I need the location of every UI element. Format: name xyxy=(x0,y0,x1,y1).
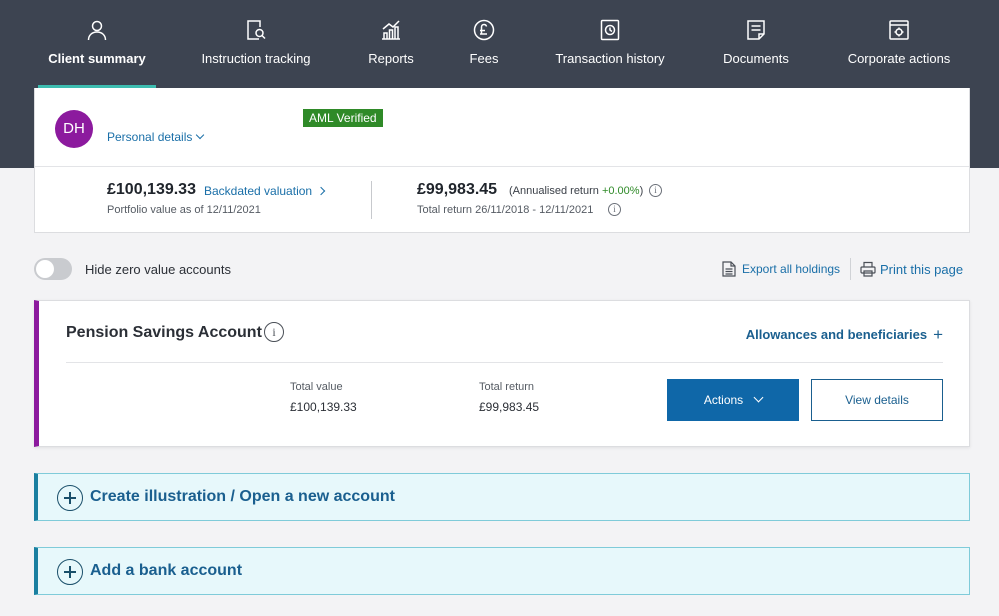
nav-tab-fees[interactable]: Fees xyxy=(460,0,508,88)
avatar: DH xyxy=(55,110,93,148)
aml-status-badge: AML Verified xyxy=(303,109,383,127)
document-search-icon xyxy=(244,18,268,42)
nav-tab-documents[interactable]: Documents xyxy=(716,0,796,88)
vertical-divider xyxy=(371,181,372,219)
annualised-prefix: (Annualised return xyxy=(509,185,602,197)
nav-tab-label: Transaction history xyxy=(555,51,665,66)
nav-tab-client-summary[interactable]: Client summary xyxy=(38,0,156,88)
allowances-beneficiaries-link[interactable]: Allowances and beneficiaries + xyxy=(746,324,943,344)
document-icon xyxy=(744,18,768,42)
total-return: £99,983.45 xyxy=(479,400,540,414)
nav-tab-label: Instruction tracking xyxy=(201,51,311,66)
nav-tab-label: Client summary xyxy=(48,51,146,66)
printer-icon xyxy=(860,261,876,277)
chevron-right-icon xyxy=(316,186,326,196)
backdated-valuation-label: Backdated valuation xyxy=(204,184,313,198)
nav-tab-label: Fees xyxy=(469,51,499,66)
portfolio-value-caption: Portfolio value as of 12/11/2021 xyxy=(107,204,261,216)
total-return-caption: Total return 26/11/2018 - 12/11/2021 xyxy=(417,204,594,216)
nav-tab-label: Documents xyxy=(723,51,789,66)
add-bank-account-bar[interactable]: Add a bank account xyxy=(34,547,970,595)
hide-zero-value-label: Hide zero value accounts xyxy=(85,262,231,277)
nav-tab-corporate-actions[interactable]: Corporate actions xyxy=(840,0,958,88)
export-all-holdings-label: Export all holdings xyxy=(742,262,841,276)
nav-tab-instruction-tracking[interactable]: Instruction tracking xyxy=(194,0,318,88)
total-value: £100,139.33 xyxy=(290,400,357,414)
hide-zero-value-toggle[interactable] xyxy=(34,258,72,280)
nav-tab-label: Reports xyxy=(368,51,414,66)
nav-tab-transaction-history[interactable]: Transaction history xyxy=(548,0,672,88)
total-return-value: £99,983.45 xyxy=(417,181,498,198)
top-navigation: Client summary Instruction tracking Repo… xyxy=(0,0,999,88)
pension-account-card: Pension Savings Account i Allowances and… xyxy=(34,300,970,447)
create-illustration-label: Create illustration / Open a new account xyxy=(90,488,395,505)
add-bank-account-label: Add a bank account xyxy=(90,562,243,579)
create-illustration-bar[interactable]: Create illustration / Open a new account xyxy=(34,473,970,521)
personal-details-link[interactable]: Personal details xyxy=(107,130,205,144)
actions-label: Actions xyxy=(703,393,744,407)
client-summary-card: DH Personal details AML Verified £100,13… xyxy=(34,88,970,233)
personal-details-label: Personal details xyxy=(107,130,193,144)
pound-coin-icon xyxy=(472,18,496,42)
total-return-label: Total return xyxy=(479,381,535,393)
divider xyxy=(850,258,851,280)
portfolio-value: £100,139.33 xyxy=(107,181,196,198)
nav-tab-reports[interactable]: Reports xyxy=(360,0,422,88)
plus-circle-icon xyxy=(57,485,83,511)
plus-icon: + xyxy=(933,325,943,344)
clock-document-icon xyxy=(598,18,622,42)
info-icon[interactable]: i xyxy=(608,203,621,216)
person-icon xyxy=(85,18,109,42)
nav-tab-label: Corporate actions xyxy=(847,51,951,66)
plus-circle-icon xyxy=(57,559,83,585)
chevron-down-icon xyxy=(753,392,764,403)
account-title: Pension Savings Account xyxy=(66,324,262,341)
annualised-return: (Annualised return +0.00%) xyxy=(509,185,643,197)
info-icon[interactable]: i xyxy=(264,322,284,342)
chevron-down-icon xyxy=(196,130,205,140)
divider xyxy=(66,362,943,363)
spreadsheet-icon xyxy=(722,261,736,277)
bar-chart-icon xyxy=(379,18,403,42)
actions-button[interactable]: Actions xyxy=(667,379,799,421)
info-icon[interactable]: i xyxy=(649,184,662,197)
view-details-button[interactable]: View details xyxy=(811,379,943,421)
backdated-valuation-link[interactable]: Backdated valuation xyxy=(204,184,326,198)
toggle-knob xyxy=(36,260,54,278)
gear-window-icon xyxy=(887,18,911,42)
print-page-label: Print this page xyxy=(880,262,964,277)
annualised-return-value: +0.00% xyxy=(601,185,640,197)
allowances-beneficiaries-label: Allowances and beneficiaries xyxy=(745,327,928,342)
annualised-suffix: ) xyxy=(639,185,644,197)
divider xyxy=(35,166,969,167)
total-value-label: Total value xyxy=(290,381,343,393)
